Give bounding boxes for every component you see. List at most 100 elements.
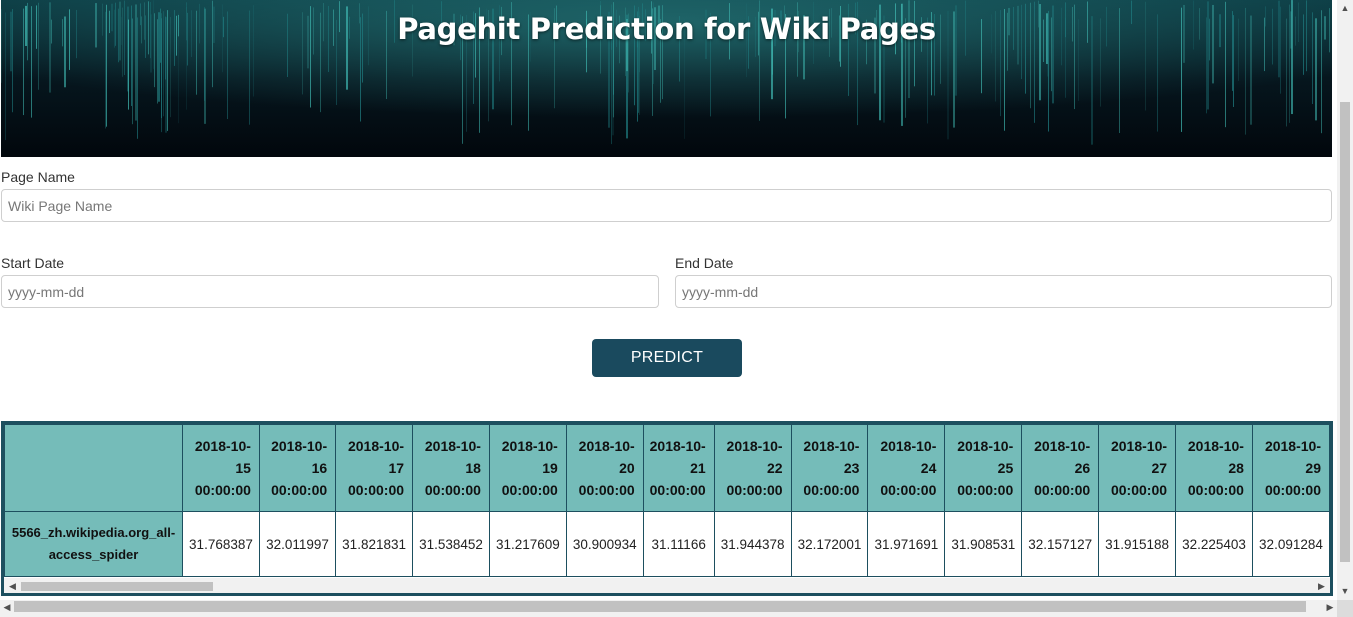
scroll-up-arrow-icon[interactable]: ▲ <box>1337 0 1353 17</box>
predicted-hits-cell: 32.225403 <box>1175 511 1253 577</box>
table-corner-header <box>4 424 184 512</box>
column-header: 2018-10- 20 00:00:00 <box>565 424 644 512</box>
predicted-hits-cell: 32.172001 <box>790 511 869 577</box>
column-header-line: 00:00:00 <box>424 482 481 498</box>
page-name-label: Page Name <box>1 169 75 185</box>
predicted-hits-cell: 31.821831 <box>335 511 414 577</box>
column-header-line: 29 <box>1305 460 1321 476</box>
row-header-line: 5566_zh.wikipedia.org_all- <box>11 525 176 540</box>
column-header: 2018-10- 28 00:00:00 <box>1175 424 1253 512</box>
page-title: Pagehit Prediction for Wiki Pages <box>397 12 936 46</box>
column-header-line: 00:00:00 <box>1264 482 1321 498</box>
column-header-line: 27 <box>1151 460 1168 476</box>
column-header-line: 22 <box>767 460 783 476</box>
page-name-input[interactable] <box>1 189 1332 222</box>
predicted-hits-cell: 31.915188 <box>1098 511 1177 577</box>
column-header-line: 2018-10- <box>501 438 558 454</box>
predicted-hits-cell: 32.157127 <box>1021 511 1100 577</box>
page-scroll-left-arrow-icon[interactable]: ◀ <box>0 600 14 617</box>
column-header: 2018-10- 18 00:00:00 <box>412 424 490 512</box>
predicted-hits-cell: 31.768387 <box>182 511 260 577</box>
page-vertical-scrollbar[interactable]: ▲ ▼ <box>1337 0 1353 600</box>
results-table-viewport[interactable]: 2018-10- 15 00:00:00 2018-10- 16 00:00:00 2018… <box>4 424 1330 578</box>
column-header: 2018-10- 26 00:00:00 <box>1021 424 1100 512</box>
column-header-line: 28 <box>1228 460 1244 476</box>
predicted-hits-cell: 31.944378 <box>713 511 792 577</box>
column-header-line: 00:00:00 <box>347 482 405 498</box>
column-header-line: 00:00:00 <box>649 482 706 498</box>
column-header: 2018-10- 25 00:00:00 <box>944 424 1023 512</box>
column-header-line: 00:00:00 <box>1034 482 1091 498</box>
column-header-line: 2018-10- <box>726 438 783 454</box>
scroll-down-arrow-icon[interactable]: ▼ <box>1337 583 1353 600</box>
page-scroll-right-arrow-icon[interactable]: ▶ <box>1323 600 1337 617</box>
column-header-line: 00:00:00 <box>578 482 635 498</box>
predict-button[interactable]: PREDICT <box>592 339 742 377</box>
column-header-line: 2018-10- <box>347 438 405 454</box>
column-header-line: 00:00:00 <box>957 482 1014 498</box>
scrollbar-corner <box>1337 600 1353 617</box>
column-header-line: 18 <box>465 460 481 476</box>
column-header-line: 00:00:00 <box>726 482 783 498</box>
column-header: 2018-10- 19 00:00:00 <box>488 424 567 512</box>
column-header-line: 2018-10- <box>957 438 1014 454</box>
header-banner: Pagehit Prediction for Wiki Pages <box>1 0 1332 157</box>
column-header: 2018-10- 15 00:00:00 <box>182 424 260 512</box>
end-date-input[interactable] <box>675 275 1332 308</box>
column-header: 2018-10- 16 00:00:00 <box>258 424 337 512</box>
column-header: 2018-10- 17 00:00:00 <box>335 424 414 512</box>
row-header-line: access_spider <box>48 547 139 562</box>
column-header: 2018-10- 21 00:00:00 <box>642 424 715 512</box>
column-header-line: 2018-10- <box>649 438 706 454</box>
column-header-line: 2018-10- <box>194 438 251 454</box>
start-date-input[interactable] <box>1 275 659 308</box>
predicted-hits-cell: 31.11166 <box>642 511 715 577</box>
column-header-line: 00:00:00 <box>803 482 860 498</box>
column-header: 2018-10- 23 00:00:00 <box>790 424 869 512</box>
page-vertical-scroll-thumb[interactable] <box>1340 102 1350 562</box>
row-header-page-name: 5566_zh.wikipedia.org_all-access_spider <box>4 511 184 577</box>
column-header-line: 2018-10- <box>578 438 635 454</box>
table-horizontal-scrollbar[interactable]: ◀ ▶ <box>4 578 1330 593</box>
table-scroll-thumb[interactable] <box>21 582 213 591</box>
end-date-label: End Date <box>675 255 734 271</box>
column-header-line: 2018-10- <box>1264 438 1321 454</box>
predicted-hits-cell: 31.538452 <box>412 511 490 577</box>
column-header-line: 24 <box>920 460 937 476</box>
column-header-line: 00:00:00 <box>271 482 328 498</box>
predicted-hits-cell: 32.011997 <box>258 511 337 577</box>
page-horizontal-scroll-thumb[interactable] <box>14 601 1306 612</box>
column-header-line: 00:00:00 <box>501 482 558 498</box>
column-header-line: 2018-10- <box>271 438 328 454</box>
column-header-line: 16 <box>311 460 328 476</box>
predicted-hits-cell: 30.900934 <box>565 511 644 577</box>
column-header-line: 00:00:00 <box>880 482 937 498</box>
page-horizontal-scrollbar[interactable]: ◀ ▶ <box>0 600 1337 617</box>
column-header: 2018-10- 29 00:00:00 <box>1251 424 1330 512</box>
predicted-hits-cell: 32.091284 <box>1251 511 1330 577</box>
column-header-line: 2018-10- <box>1034 438 1091 454</box>
column-header-line: 19 <box>542 460 558 476</box>
column-header-line: 20 <box>619 460 635 476</box>
column-header: 2018-10- 24 00:00:00 <box>867 424 946 512</box>
column-header-line: 2018-10- <box>1187 438 1244 454</box>
column-header-line: 00:00:00 <box>1187 482 1244 498</box>
column-header-line: 2018-10- <box>1110 438 1168 454</box>
predicted-hits-cell: 31.971691 <box>867 511 946 577</box>
results-table-container: 2018-10- 15 00:00:00 2018-10- 16 00:00:00 2018… <box>1 421 1333 596</box>
column-header-line: 25 <box>997 460 1014 476</box>
column-header-line: 2018-10- <box>880 438 937 454</box>
scroll-left-arrow-icon[interactable]: ◀ <box>4 578 21 593</box>
column-header-line: 15 <box>235 460 251 476</box>
predicted-hits-cell: 31.217609 <box>488 511 567 577</box>
column-header: 2018-10- 22 00:00:00 <box>713 424 792 512</box>
column-header-line: 17 <box>388 460 405 476</box>
column-header-line: 21 <box>690 460 706 476</box>
scroll-right-arrow-icon[interactable]: ▶ <box>1313 578 1330 593</box>
column-header-line: 2018-10- <box>424 438 481 454</box>
column-header-line: 00:00:00 <box>1110 482 1168 498</box>
page: Pagehit Prediction for Wiki Pages Page N… <box>0 0 1337 600</box>
table-row: 5566_zh.wikipedia.org_all-access_spider 3… <box>4 511 1330 577</box>
predicted-hits-cell: 31.908531 <box>944 511 1023 577</box>
column-header-line: 23 <box>843 460 860 476</box>
